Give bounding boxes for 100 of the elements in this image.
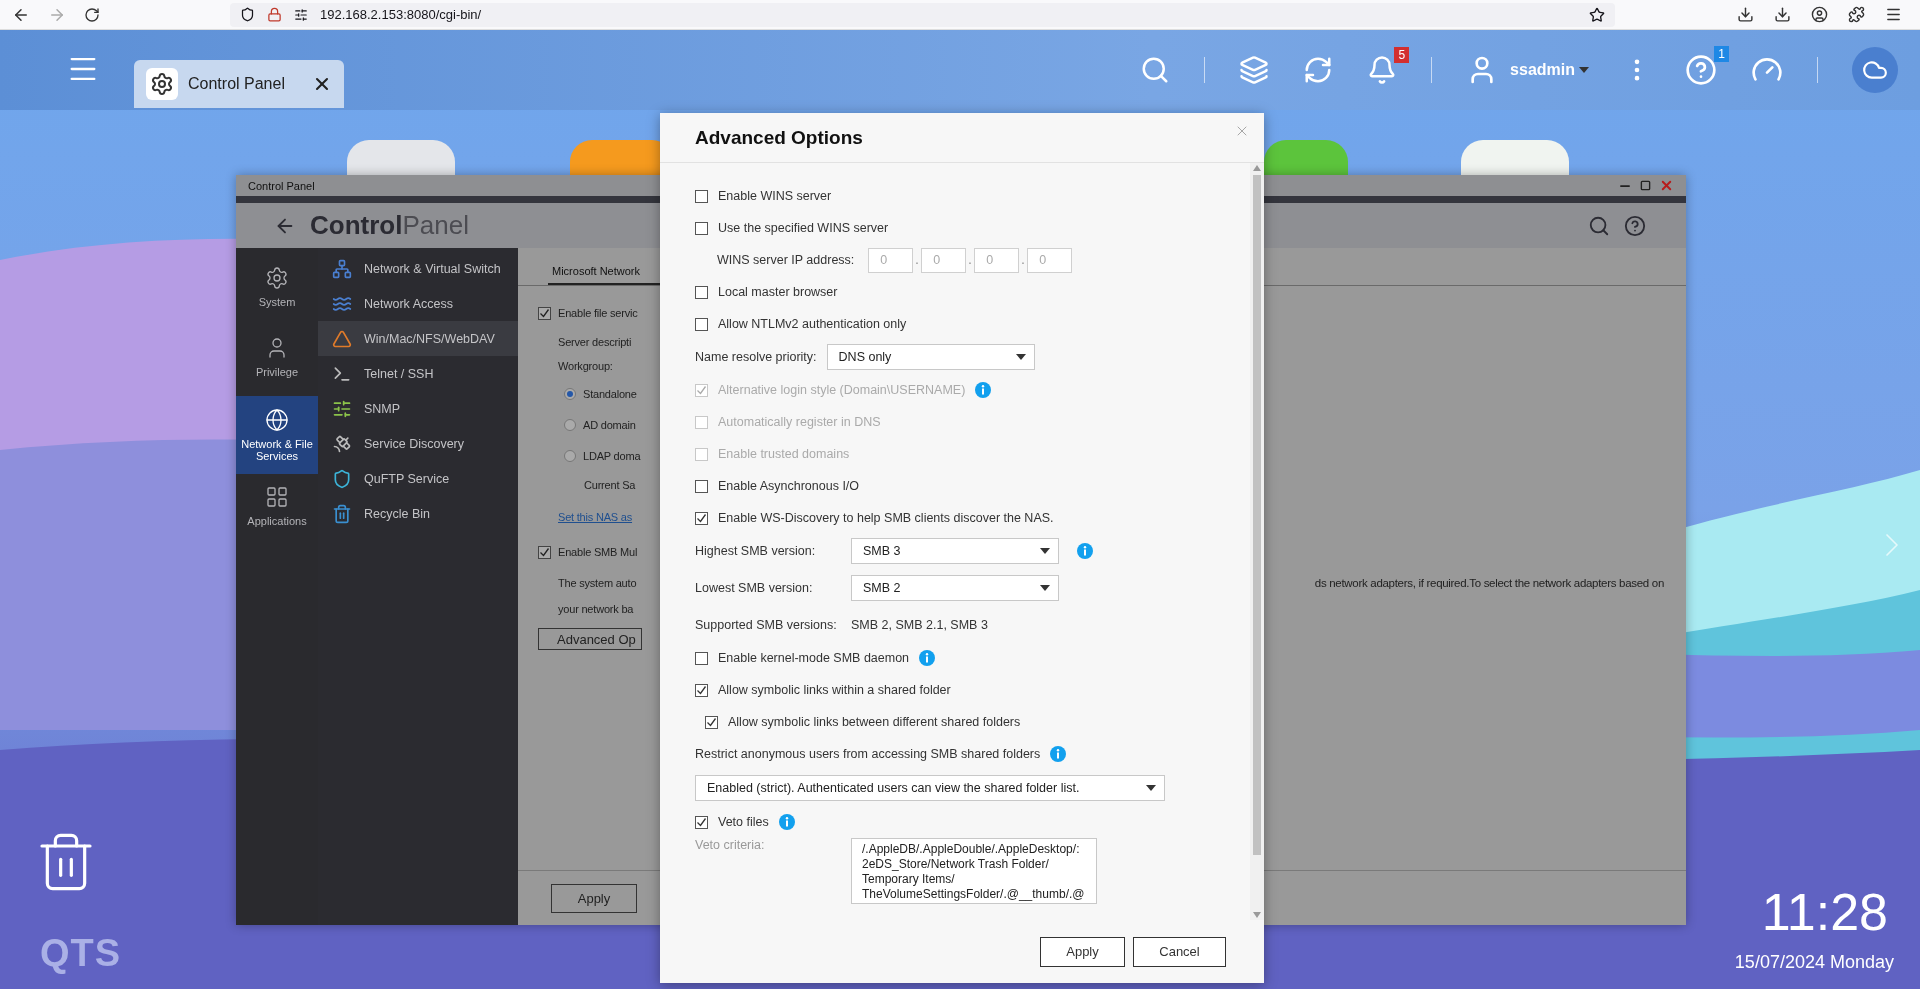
date: 15/07/2024 Monday xyxy=(1734,952,1894,973)
radio-button[interactable] xyxy=(564,418,576,431)
shield-icon xyxy=(240,7,255,22)
notification-badge: 5 xyxy=(1394,47,1410,63)
category-item[interactable]: System xyxy=(236,256,318,318)
layers-icon[interactable] xyxy=(1239,55,1270,85)
category-item[interactable]: Applications xyxy=(236,474,318,538)
checkbox-label: Enable SMB Mul xyxy=(558,546,638,558)
dropdown[interactable]: SMB 3 xyxy=(851,538,1059,564)
checkbox-label: Local master browser xyxy=(718,285,838,299)
checkbox-label: Enable Asynchronous I/O xyxy=(718,479,860,493)
logo: QTS xyxy=(40,932,122,975)
description-text: The system auto xyxy=(558,577,637,589)
checkbox[interactable] xyxy=(538,306,551,320)
account-icon[interactable] xyxy=(1811,6,1828,23)
gear-icon xyxy=(146,68,178,100)
radio-button[interactable] xyxy=(564,387,576,400)
checkbox[interactable] xyxy=(695,317,708,331)
maximize-icon[interactable] xyxy=(1640,180,1651,191)
field-label: WINS server IP address: xyxy=(717,253,855,267)
scrollbar[interactable] xyxy=(1250,163,1264,920)
grid-icon xyxy=(265,485,289,509)
dropdown[interactable]: Enabled (strict). Authenticated users can view the shared folder list. xyxy=(695,775,1165,801)
network-icon xyxy=(332,258,352,279)
scroll-up-icon[interactable] xyxy=(1253,165,1261,171)
cancel-button[interactable]: Cancel xyxy=(1133,936,1226,967)
dot-separator: . xyxy=(968,253,973,267)
field-value: SMB 2, SMB 2.1, SMB 3 xyxy=(851,618,988,632)
checkbox[interactable] xyxy=(695,189,708,203)
tab-label: Control Panel xyxy=(188,75,286,93)
checkbox-label: Automatically register in DNS xyxy=(718,415,881,429)
radio-button[interactable] xyxy=(564,449,576,462)
page-title: ControlPanel xyxy=(310,210,469,241)
menu-item[interactable]: Win/Mac/NFS/WebDAV xyxy=(318,321,518,356)
radio-label: Standalone xyxy=(583,387,637,400)
checkbox[interactable] xyxy=(705,715,718,729)
menu-item[interactable]: Telnet / SSH xyxy=(318,356,518,391)
radio-label: AD domain xyxy=(583,418,636,431)
checkbox[interactable] xyxy=(695,651,708,665)
extensions-icon[interactable] xyxy=(1848,6,1865,23)
app-icon[interactable] xyxy=(1461,140,1569,175)
info-badge: 1 xyxy=(1714,46,1729,62)
scroll-down-icon[interactable] xyxy=(1253,912,1261,918)
menu-item[interactable]: SNMP xyxy=(318,391,518,426)
category-item[interactable]: Privilege xyxy=(236,318,318,396)
help-icon[interactable] xyxy=(1624,214,1646,237)
apply-button[interactable]: Apply xyxy=(1040,936,1125,967)
gear-icon xyxy=(265,266,289,290)
checkbox-label: Enable WS-Discovery to help SMB clients discover the NAS. xyxy=(718,511,1054,525)
menu-item[interactable]: Service Discovery xyxy=(318,426,518,461)
checkbox-label: Enable file servic xyxy=(558,307,638,319)
field-label: Name resolve priority: xyxy=(695,350,817,364)
trash-icon xyxy=(332,503,352,524)
dot-separator: . xyxy=(915,253,920,267)
caret-icon xyxy=(1579,67,1589,73)
caret-icon xyxy=(1015,354,1026,360)
advanced-options-button[interactable]: Advanced Op xyxy=(538,628,642,650)
checkbox[interactable] xyxy=(695,683,708,697)
checkbox[interactable] xyxy=(695,221,708,235)
app-icon[interactable] xyxy=(347,140,455,175)
search-icon[interactable] xyxy=(1588,214,1610,237)
checkbox-label: Veto files xyxy=(718,815,769,829)
permissions-icon xyxy=(294,7,308,22)
checkbox[interactable] xyxy=(538,545,551,559)
menu-icon[interactable] xyxy=(1885,6,1902,23)
field-label: Veto criteria: xyxy=(695,838,766,852)
clock: 11:28 xyxy=(1761,882,1888,942)
window-title: Control Panel xyxy=(248,179,316,192)
checkbox-label: Allow symbolic links within a shared folder xyxy=(718,683,951,697)
dropdown[interactable]: SMB 2 xyxy=(851,575,1059,601)
checkbox-label: Use the specified WINS server xyxy=(718,221,889,235)
field-label: Highest SMB version: xyxy=(695,544,817,558)
reload-icon[interactable] xyxy=(84,6,100,23)
checkbox[interactable] xyxy=(695,815,708,829)
menu-item[interactable]: Recycle Bin xyxy=(318,496,518,531)
radio-label: LDAP doma xyxy=(583,449,641,462)
description-text: ds network adapters, if required.To select the network adapters based on xyxy=(1314,577,1665,589)
globe-icon xyxy=(265,408,289,432)
sync-icon[interactable] xyxy=(1303,55,1334,85)
shield-icon xyxy=(332,468,352,489)
checkbox[interactable] xyxy=(695,511,708,525)
download-icon[interactable] xyxy=(1774,6,1791,23)
triangle-icon xyxy=(332,328,352,349)
section-label: Restrict anonymous users from accessing SMB shared folders xyxy=(695,747,1041,761)
category-item[interactable]: Network & File Services xyxy=(236,396,318,474)
star-icon[interactable] xyxy=(1589,6,1605,23)
menu-item[interactable]: QuFTP Service xyxy=(318,461,518,496)
text-area[interactable]: /.AppleDB/.AppleDouble/.AppleDesktop/: 2eDS_Store/Network Trash Folder/ Temporary Items/ TheVolumeSettingsFolder/.@__thumb/.@ xyxy=(851,838,1097,904)
url-text: 192.168.2.153:8080/cgi-bin/ xyxy=(320,7,483,22)
menu-item[interactable]: Network Access xyxy=(318,286,518,321)
app-tab[interactable]: Control Panel xyxy=(134,60,344,108)
menu-item[interactable]: Network & Virtual Switch xyxy=(318,251,518,286)
dropdown[interactable]: DNS only xyxy=(826,344,1035,370)
description-text: your network ba xyxy=(558,603,634,615)
dialog-title: Advanced Options xyxy=(695,126,864,149)
address-bar[interactable]: 192.168.2.153:8080/cgi-bin/ xyxy=(230,2,1615,27)
checkbox[interactable] xyxy=(695,285,708,299)
apply-button[interactable]: Apply xyxy=(551,883,637,913)
cloud-icon[interactable] xyxy=(1852,47,1898,93)
checkbox[interactable] xyxy=(695,479,708,493)
